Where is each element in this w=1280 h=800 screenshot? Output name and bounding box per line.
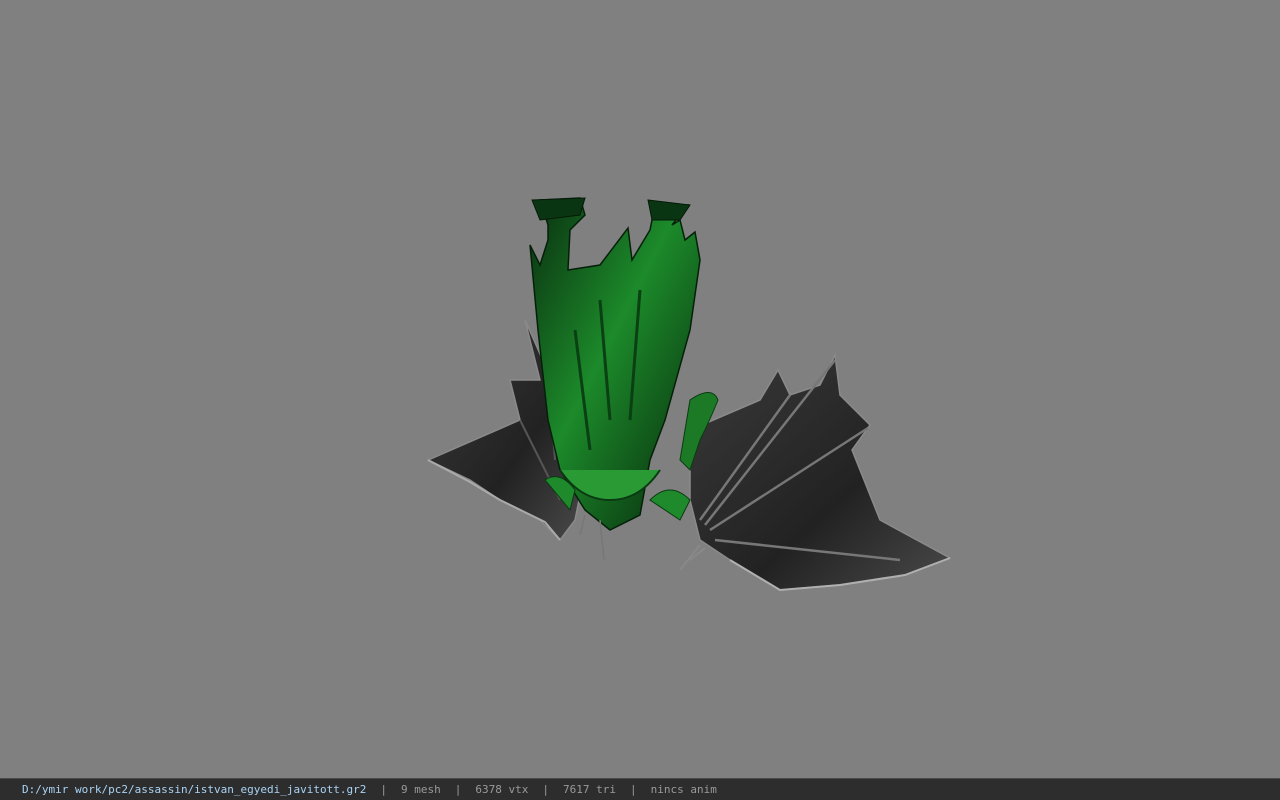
vertex-count: 6378 vtx (475, 783, 529, 796)
model-render (426, 197, 952, 592)
animation-status: nincs anim (650, 783, 717, 796)
file-path: D:/ymir work/pc2/assassin/istvan_egyedi_… (22, 783, 367, 796)
status-separator: | (380, 783, 387, 796)
status-bar: D:/ymir work/pc2/assassin/istvan_egyedi_… (0, 778, 1280, 800)
status-separator: | (629, 783, 637, 796)
3d-viewport[interactable] (0, 0, 1280, 778)
triangle-count: 7617 tri (562, 783, 616, 796)
model-viewer-window: D:/ymir work/pc2/assassin/istvan_egyedi_… (0, 0, 1280, 800)
status-separator: | (542, 783, 549, 796)
status-separator: | (454, 783, 462, 796)
right-wing (679, 352, 952, 592)
mesh-count: 9 mesh (401, 783, 441, 796)
